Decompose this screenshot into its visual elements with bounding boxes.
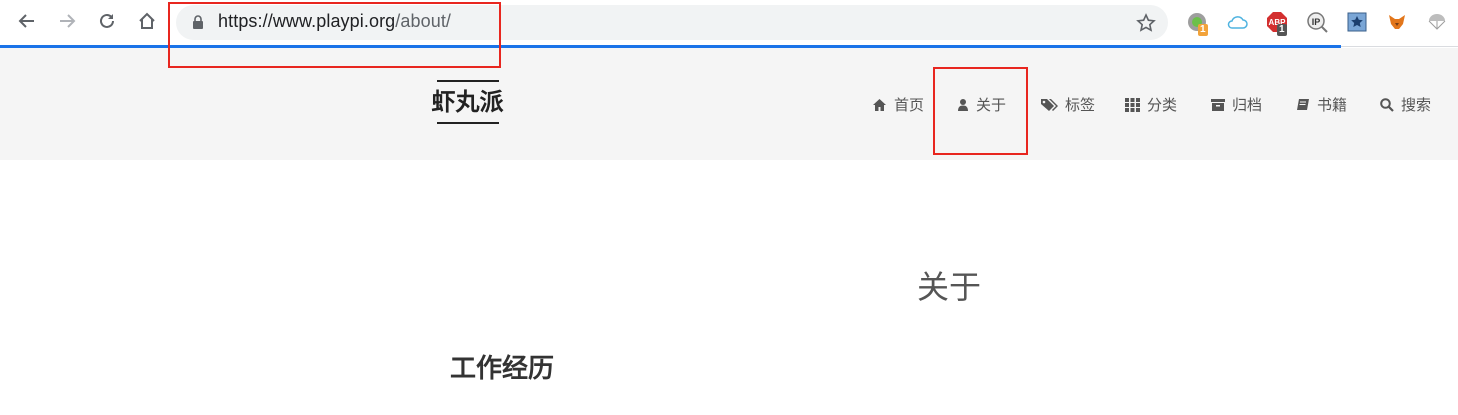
site-brand[interactable]: 虾丸派 <box>420 80 515 124</box>
menu-item-home[interactable]: 首页 <box>872 94 924 115</box>
bookmark-star-icon[interactable] <box>1136 13 1156 33</box>
fox-icon <box>1389 15 1405 29</box>
ext-badge: 1 <box>1277 24 1287 36</box>
menu-item-search[interactable]: 搜索 <box>1380 94 1431 115</box>
site-header: 虾丸派 首页 关于 标签 分类 归档 书籍 搜索 <box>0 48 1458 160</box>
bookmark-ext-icon[interactable] <box>1346 11 1368 33</box>
menu-item-categories[interactable]: 分类 <box>1125 94 1177 115</box>
book-icon <box>1297 98 1309 110</box>
chrome-ext-1-icon[interactable]: 1 <box>1186 11 1208 36</box>
search-icon <box>1380 97 1394 112</box>
brand-bottom-line <box>436 122 499 124</box>
ext-badge: 1 <box>1198 24 1208 36</box>
adblock-plus-icon[interactable]: ABP 1 <box>1266 11 1288 36</box>
menu-item-tags[interactable]: 标签 <box>1040 94 1095 115</box>
menu-item-archives[interactable]: 归档 <box>1211 94 1262 115</box>
cloud-ext-icon[interactable] <box>1226 11 1248 33</box>
ip-text: IP <box>1312 17 1321 27</box>
reload-button[interactable] <box>95 9 119 33</box>
url-text[interactable]: https://www.playpi.org/about/ <box>218 11 451 32</box>
cloud-icon <box>1227 16 1248 29</box>
menu-item-label: 搜索 <box>1401 96 1432 114</box>
back-button[interactable] <box>15 9 39 33</box>
menu-item-label: 标签 <box>1065 96 1096 114</box>
browser-toolbar: https://www.playpi.org/about/ 1 ABP 1 IP <box>0 0 1458 46</box>
ip-magnifier-icon: IP <box>1307 12 1328 33</box>
home-outline-icon <box>139 12 155 29</box>
menu-item-about[interactable]: 关于 <box>957 94 1006 115</box>
metamask-ext-icon[interactable] <box>1386 11 1408 33</box>
parachute-icon <box>1428 14 1446 30</box>
th-icon <box>1125 97 1140 112</box>
url-path: /about/ <box>395 11 452 31</box>
tags-icon <box>1041 98 1058 111</box>
lock-icon <box>193 15 203 29</box>
home-button[interactable] <box>135 9 159 33</box>
menu-item-label: 首页 <box>894 96 925 114</box>
user-icon <box>958 98 968 111</box>
reload-icon <box>100 13 114 28</box>
menu-item-label: 分类 <box>1147 96 1178 114</box>
section-heading: 工作经历 <box>450 354 555 384</box>
archive-icon <box>1211 98 1225 111</box>
parachute-ext-icon[interactable] <box>1426 11 1448 33</box>
home-icon <box>873 98 886 111</box>
forward-button[interactable] <box>55 9 79 33</box>
star-box-icon <box>1347 12 1367 32</box>
arrow-left-icon <box>18 14 34 28</box>
menu-item-books[interactable]: 书籍 <box>1296 94 1347 115</box>
page-title: 关于 <box>916 268 981 306</box>
menu-item-label: 关于 <box>976 96 1007 114</box>
menu-item-label: 书籍 <box>1317 96 1348 114</box>
site-title[interactable]: 虾丸派 <box>420 82 515 122</box>
url-host: https://www.playpi.org <box>218 11 396 31</box>
toolbar-divider <box>1341 46 1458 47</box>
ip-ext-icon[interactable]: IP <box>1306 11 1328 33</box>
menu-item-label: 归档 <box>1232 96 1263 114</box>
address-bar[interactable]: https://www.playpi.org/about/ <box>176 5 1168 40</box>
arrow-right-icon <box>60 14 76 28</box>
